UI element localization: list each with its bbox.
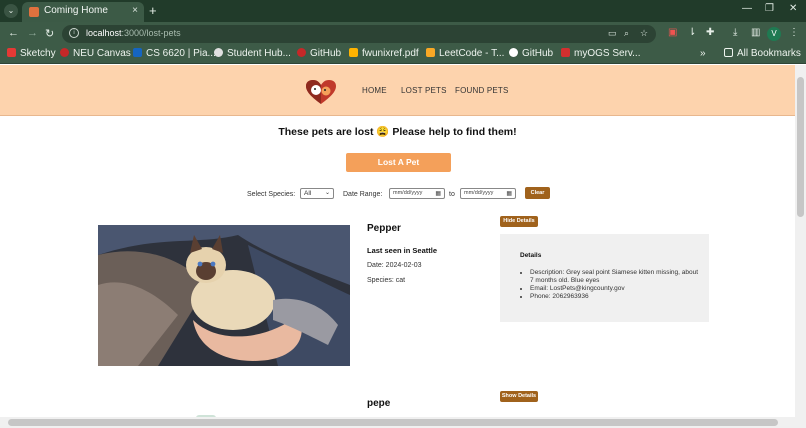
tab-close-icon[interactable]: ×: [132, 5, 138, 16]
pet-name: pepe: [367, 398, 391, 409]
site-header: HOME LOST PETS FOUND PETS: [0, 65, 795, 116]
browser-tab[interactable]: Coming Home ×: [22, 2, 144, 22]
pet-details-panel: Details Description: Grey seal point Sia…: [500, 234, 709, 322]
date-range-label: Date Range:: [343, 191, 383, 198]
bookmark-star-icon[interactable]: ☆: [640, 28, 648, 39]
extension-icon[interactable]: ⇂: [688, 27, 696, 38]
browser-toolbar: ← → ↻ i localhost:3000/lost-pets ▭ ⌕ ☆ ▣…: [0, 22, 806, 46]
tab-strip: ⌄ Coming Home × + — ❐ ✕: [0, 0, 806, 22]
horizontal-scrollbar[interactable]: [0, 417, 806, 428]
new-tab-icon[interactable]: +: [149, 3, 157, 18]
bookmark-favicon-icon: [349, 48, 358, 57]
bookmark-favicon-icon: [133, 48, 142, 57]
details-phone: Phone: 2062963936: [530, 293, 700, 301]
details-email: Email: LostPets@kingcounty.gov: [530, 285, 700, 293]
bookmarks-overflow-icon[interactable]: »: [700, 48, 706, 59]
calendar-icon: ▦: [506, 191, 512, 197]
pet-photo: [98, 225, 350, 366]
chevron-down-icon: ⌄: [324, 190, 330, 196]
download-icon[interactable]: ⤓: [733, 27, 737, 38]
side-panel-icon[interactable]: ▥: [751, 27, 760, 38]
bookmark-item[interactable]: GitHub: [297, 48, 341, 59]
all-bookmarks-folder[interactable]: All Bookmarks: [724, 48, 801, 59]
siamese-kitten-photo: [98, 225, 350, 366]
url-text: localhost:3000/lost-pets: [86, 28, 181, 38]
bookmark-favicon-icon: [426, 48, 435, 57]
lost-a-pet-button[interactable]: Lost A Pet: [346, 153, 451, 172]
minimize-icon[interactable]: —: [742, 3, 752, 14]
details-description: Description: Grey seal point Siamese kit…: [530, 269, 700, 285]
clear-filters-button[interactable]: Clear: [525, 187, 550, 199]
page-headline: These pets are lost 😩 Please help to fin…: [278, 126, 517, 138]
show-details-button[interactable]: Show Details: [500, 391, 538, 402]
page-viewport: HOME LOST PETS FOUND PETS These pets are…: [0, 65, 795, 417]
site-info-icon[interactable]: i: [69, 28, 79, 38]
bookmarks-bar: Sketchy NEU Canvas CS 6620 | Pia... Stud…: [0, 46, 806, 64]
bookmark-item[interactable]: fwunixref.pdf: [349, 48, 419, 59]
forward-icon[interactable]: →: [27, 27, 38, 39]
scroll-thumb[interactable]: [8, 419, 778, 426]
details-heading: Details: [520, 252, 542, 259]
nav-home-link[interactable]: HOME: [362, 86, 387, 95]
extensions-puzzle-icon[interactable]: ✚: [706, 27, 714, 38]
hide-details-button[interactable]: Hide Details: [500, 216, 538, 227]
bookmark-favicon-icon: [7, 48, 16, 57]
scroll-thumb[interactable]: [797, 77, 804, 217]
pet-last-seen: Last seen in Seattle: [367, 246, 438, 255]
bookmark-item[interactable]: CS 6620 | Pia...: [133, 48, 216, 59]
bookmark-item[interactable]: Sketchy: [7, 48, 56, 59]
restore-icon[interactable]: ❐: [765, 3, 774, 14]
end-date-input[interactable]: mm/dd/yyyy ▦: [460, 188, 516, 199]
zoom-icon[interactable]: ⌕: [624, 28, 629, 39]
pet-date: Date: 2024-02-03: [367, 262, 422, 269]
bookmark-item[interactable]: NEU Canvas: [60, 48, 131, 59]
folder-icon: [724, 48, 733, 57]
tab-favicon-icon: [29, 7, 39, 17]
cast-icon[interactable]: ▭: [608, 28, 617, 39]
calendar-icon: ▦: [435, 191, 441, 197]
tab-search-icon[interactable]: ⌄: [4, 4, 18, 18]
details-list: Description: Grey seal point Siamese kit…: [530, 269, 700, 301]
species-select[interactable]: All ⌄: [300, 188, 334, 199]
bookmark-favicon-icon: [297, 48, 306, 57]
nav-lost-pets-link[interactable]: LOST PETS: [401, 86, 447, 95]
bookmark-item[interactable]: Student Hub...: [214, 48, 291, 59]
species-label: Select Species:: [247, 191, 296, 198]
window-close-icon[interactable]: ✕: [789, 3, 797, 14]
nav-found-pets-link[interactable]: FOUND PETS: [455, 86, 509, 95]
pet-species: Species: cat: [367, 277, 406, 284]
bookmark-favicon-icon: [561, 48, 570, 57]
profile-avatar[interactable]: V: [767, 27, 781, 41]
vertical-scrollbar[interactable]: [795, 65, 806, 417]
bookmark-item[interactable]: LeetCode - T...: [426, 48, 504, 59]
extension-icon[interactable]: ▣: [668, 27, 677, 38]
address-bar[interactable]: i localhost:3000/lost-pets ▭ ⌕ ☆: [62, 25, 656, 43]
bookmark-favicon-icon: [60, 48, 69, 57]
bookmark-item[interactable]: GitHub: [509, 48, 553, 59]
paw-heart-logo-icon[interactable]: [305, 79, 337, 105]
back-icon[interactable]: ←: [8, 27, 19, 39]
reload-icon[interactable]: ↻: [45, 27, 54, 40]
github-icon: [509, 48, 518, 57]
pet-name: Pepper: [367, 223, 401, 234]
start-date-input[interactable]: mm/dd/yyyy ▦: [389, 188, 445, 199]
menu-icon[interactable]: ⋮: [789, 27, 799, 38]
to-label: to: [449, 191, 455, 198]
bookmark-item[interactable]: myOGS Serv...: [561, 48, 641, 59]
bookmark-favicon-icon: [214, 48, 223, 57]
tab-title: Coming Home: [44, 5, 108, 16]
